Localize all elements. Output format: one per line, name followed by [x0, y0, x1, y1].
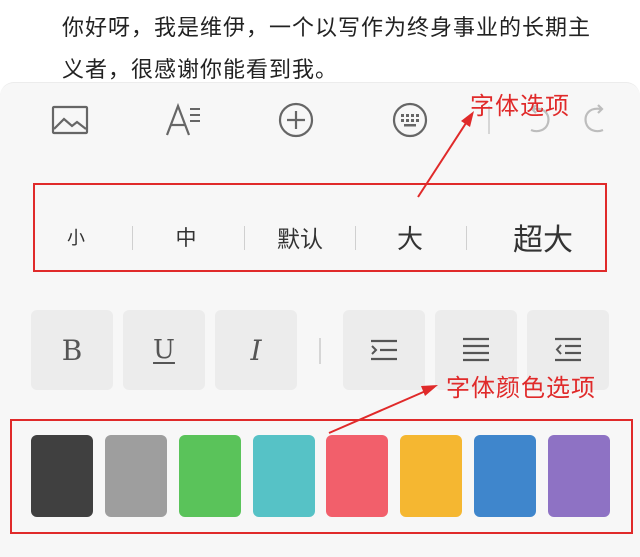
redo-icon [584, 104, 604, 133]
insert-image-button[interactable] [50, 100, 90, 140]
image-icon [51, 105, 89, 135]
align-center-icon [371, 339, 397, 361]
annotation-font-options: 字体选项 [470, 92, 570, 120]
underline-icon: U [153, 335, 175, 365]
keyboard-button[interactable] [390, 100, 430, 140]
bold-icon: B [61, 333, 83, 367]
format-divider [319, 338, 321, 364]
font-options-highlight [33, 183, 607, 272]
font-color-highlight [10, 419, 633, 534]
align-justify-icon [463, 337, 489, 362]
italic-button[interactable]: I [215, 310, 297, 390]
underline-button[interactable]: U [123, 310, 205, 390]
font-style-icon [165, 103, 200, 136]
italic-icon: I [250, 333, 262, 367]
keyboard-icon [392, 102, 428, 138]
editor-body-text[interactable]: 你好呀，我是维伊，一个以写作为终身事业的长期主义者，很感谢你能看到我。 [62, 8, 602, 92]
indent-icon [555, 337, 581, 362]
align-center-button[interactable] [343, 310, 425, 390]
insert-button[interactable] [276, 100, 316, 140]
redo-button[interactable] [576, 100, 616, 140]
font-style-button[interactable] [163, 100, 203, 140]
bold-button[interactable]: B [31, 310, 113, 390]
add-circle-icon [278, 102, 314, 138]
annotation-font-color-options: 字体颜色选项 [446, 374, 596, 402]
